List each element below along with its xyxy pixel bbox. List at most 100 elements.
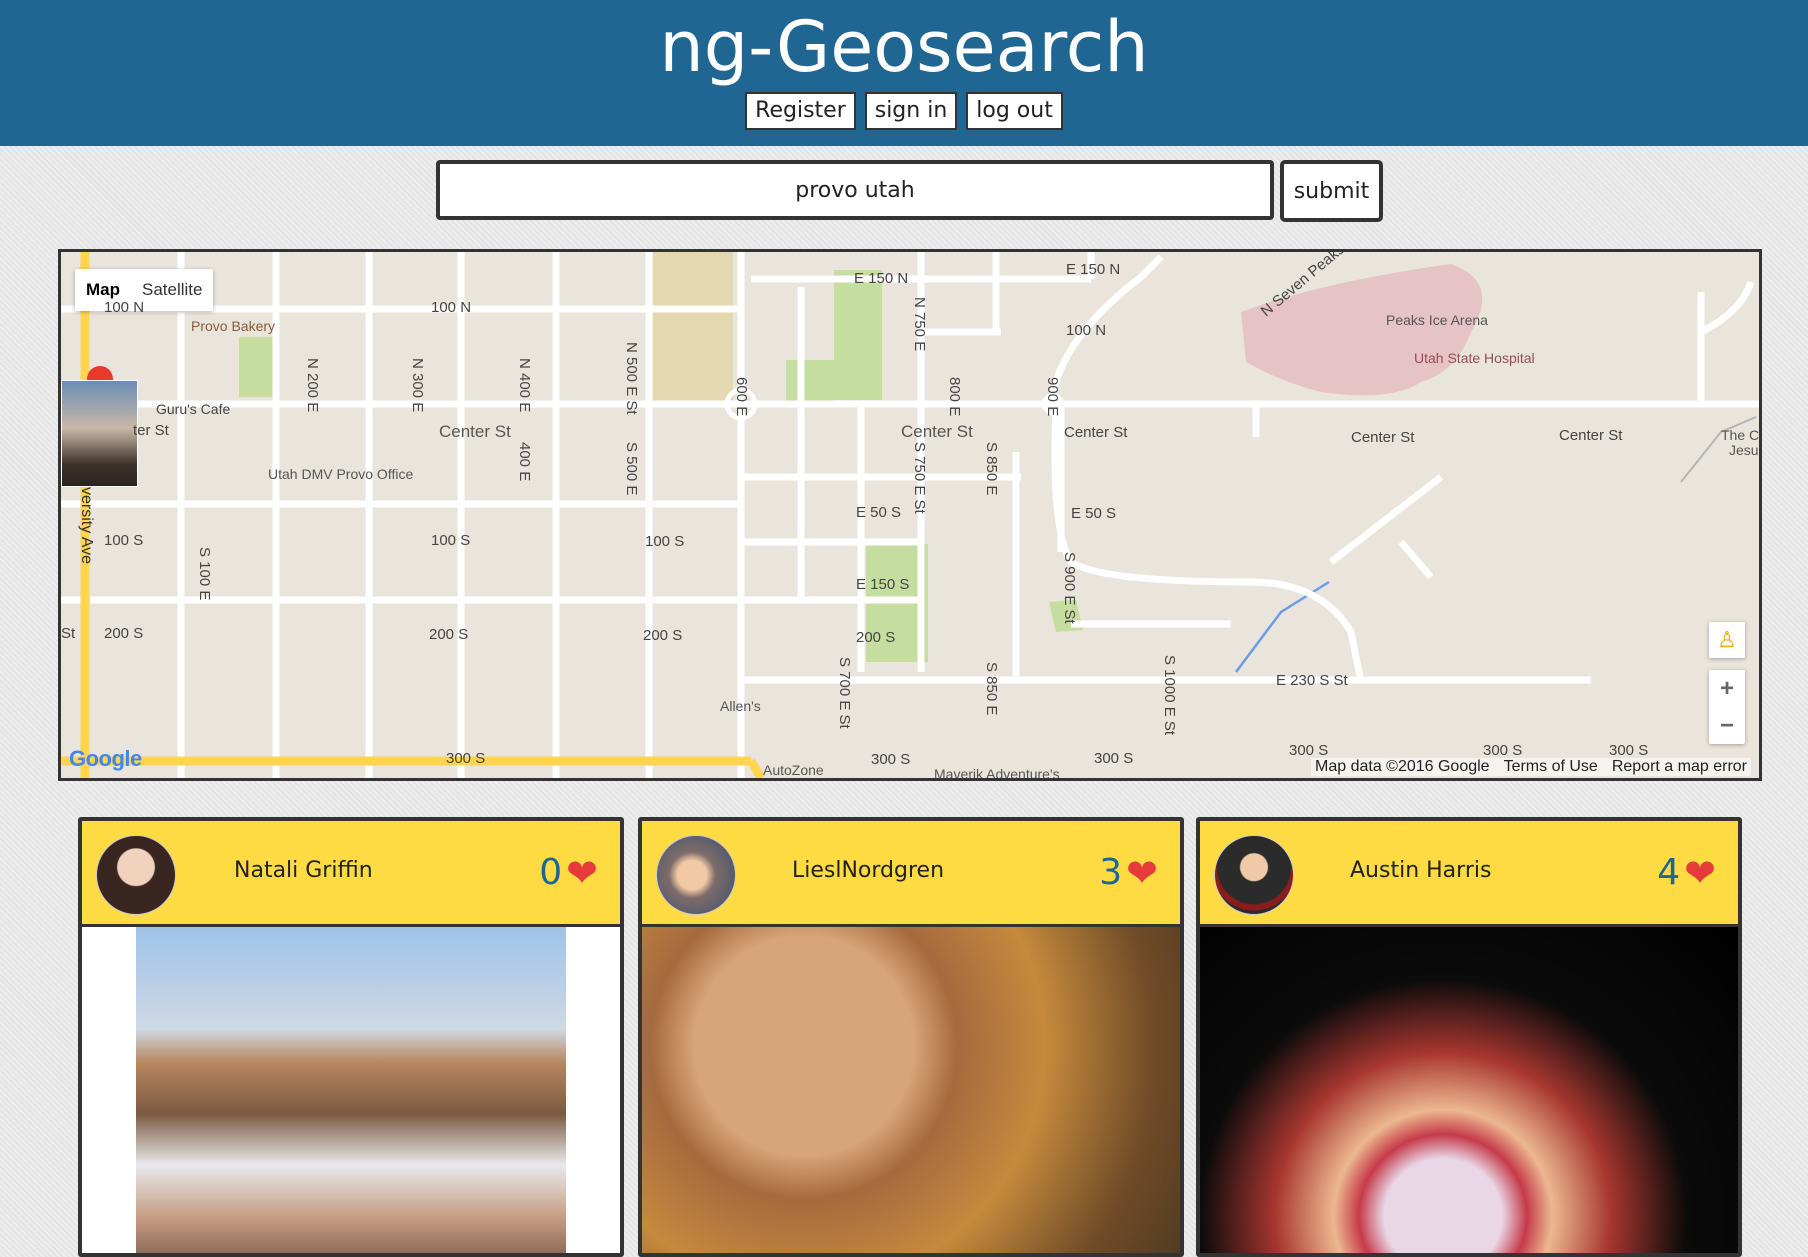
post-card-header: LieslNordgren 3 ❤ [642,821,1180,927]
like-count: 0 [539,852,563,893]
log-out-button[interactable]: log out [966,92,1063,130]
map-label: Center St [439,422,511,441]
report-map-error-link[interactable]: Report a map error [1612,758,1747,776]
post-username[interactable]: LieslNordgren [792,821,944,921]
map-data-credit: Map data ©2016 Google [1315,758,1490,775]
avatar[interactable] [656,835,736,915]
app-header: ng-Geosearch Register sign in log out [0,0,1808,146]
post-photo[interactable] [642,927,1180,1253]
like-count: 3 [1099,852,1123,893]
like-counter: 3 ❤ [1099,821,1158,925]
map-label: 100 N [104,299,145,316]
poi-allens[interactable]: Allen's [720,698,761,714]
map-label: 100 S [645,533,685,550]
map-label: 900 E [1044,377,1061,417]
poi-provo-bakery[interactable]: Provo Bakery [191,318,275,334]
map-label: 200 S [429,626,469,643]
google-logo-text: Google [69,746,142,771]
map-attribution: Map data ©2016 Google Terms of Use Repor… [1311,758,1751,776]
map-label: N 750 E [911,297,928,352]
like-counter: 4 ❤ [1657,821,1716,925]
map-label: 300 S [1609,742,1649,759]
poi-peaks-ice-arena[interactable]: Peaks Ice Arena [1386,312,1488,328]
app-title: ng-Geosearch [659,6,1149,88]
map-label: Center St [1351,429,1415,446]
poi-utah-state-hospital[interactable]: Utah State Hospital [1414,350,1535,366]
poi-gurus-cafe[interactable]: Guru's Cafe [156,401,230,417]
map-label: versity Ave [78,487,95,565]
pegman-icon[interactable]: ♙ [1709,622,1745,658]
zoom-control: + − [1709,670,1745,744]
map-label: St [61,625,76,642]
map-label: S 500 E [623,442,640,496]
post-card[interactable]: LieslNordgren 3 ❤ [638,817,1184,1257]
map-label: 300 S [1094,750,1134,767]
map-label: N 300 E [409,358,426,413]
map-label: E 230 S St [1276,672,1348,689]
post-username[interactable]: Natali Griffin [234,821,373,921]
map-label: 100 N [431,299,472,316]
like-counter: 0 ❤ [539,821,598,925]
map-label: E 50 S [1071,505,1117,522]
map-type-control: Map Satellite [75,269,214,311]
map[interactable]: Map Satellite 100 N 100 N 100 N E 150 N … [58,249,1762,781]
map-photo-marker[interactable] [61,380,138,487]
location-search-input[interactable] [436,160,1274,220]
map-label: S 1000 E St [1161,655,1178,736]
poi-church-2[interactable]: Jesus [1729,442,1759,458]
post-username[interactable]: Austin Harris [1350,821,1491,921]
map-label: 400 E [516,442,533,482]
auth-nav: Register sign in log out [0,92,1808,130]
map-label: Center St [1559,427,1623,444]
map-label: 200 S [856,629,896,646]
post-card[interactable]: Austin Harris 4 ❤ [1196,817,1742,1257]
map-label: 800 E [946,377,963,417]
map-label: S 100 E [196,547,213,601]
map-label: S 900 E St [1061,552,1078,624]
map-label: 100 S [431,532,471,549]
terms-of-use-link[interactable]: Terms of Use [1504,758,1598,776]
map-label: 100 S [104,532,144,549]
map-label: 300 S [1483,742,1523,759]
map-label: 200 S [104,625,144,642]
post-photo[interactable] [136,927,566,1253]
post-card-header: Natali Griffin 0 ❤ [82,821,620,927]
poi-church[interactable]: The Ch [1721,427,1759,443]
register-button[interactable]: Register [745,92,856,130]
map-label: Center St [1064,424,1128,441]
map-label: N 500 E St [623,342,640,415]
post-photo[interactable] [1200,927,1738,1253]
google-logo: Google [69,746,142,772]
submit-button[interactable]: submit [1280,160,1383,222]
map-label: 600 E [733,377,750,417]
map-label: 300 S [1289,742,1329,759]
zoom-out-icon[interactable]: − [1709,707,1745,744]
sign-in-button[interactable]: sign in [864,92,958,130]
avatar[interactable] [1214,835,1294,915]
zoom-in-icon[interactable]: + [1709,670,1745,707]
like-count: 4 [1657,852,1681,893]
poi-maverik[interactable]: Maverik Adventure's [934,766,1060,778]
map-label: E 50 S [856,504,902,521]
map-label: E 150 N [1066,261,1121,278]
heart-icon[interactable]: ❤ [1684,821,1716,925]
map-roads [61,252,1759,778]
map-label: 100 N [1066,322,1107,339]
map-label: Center St [901,422,973,441]
avatar[interactable] [96,835,176,915]
map-label: S 700 E St [836,657,853,729]
poi-autozone[interactable]: AutoZone [763,762,824,778]
map-label: 300 S [446,750,486,767]
map-label: S 850 E [983,662,1000,716]
heart-icon[interactable]: ❤ [566,821,598,925]
poi-utah-dmv[interactable]: Utah DMV Provo Office [268,466,413,482]
map-label: 300 S [871,751,911,768]
post-card[interactable]: Natali Griffin 0 ❤ [78,817,624,1257]
map-label: 200 S [643,627,683,644]
heart-icon[interactable]: ❤ [1126,821,1158,925]
map-label: N 200 E [304,358,321,413]
map-label: S 750 E St [911,442,928,514]
post-card-header: Austin Harris 4 ❤ [1200,821,1738,927]
map-label: N 400 E [516,358,533,413]
map-label: S 850 E [983,442,1000,496]
